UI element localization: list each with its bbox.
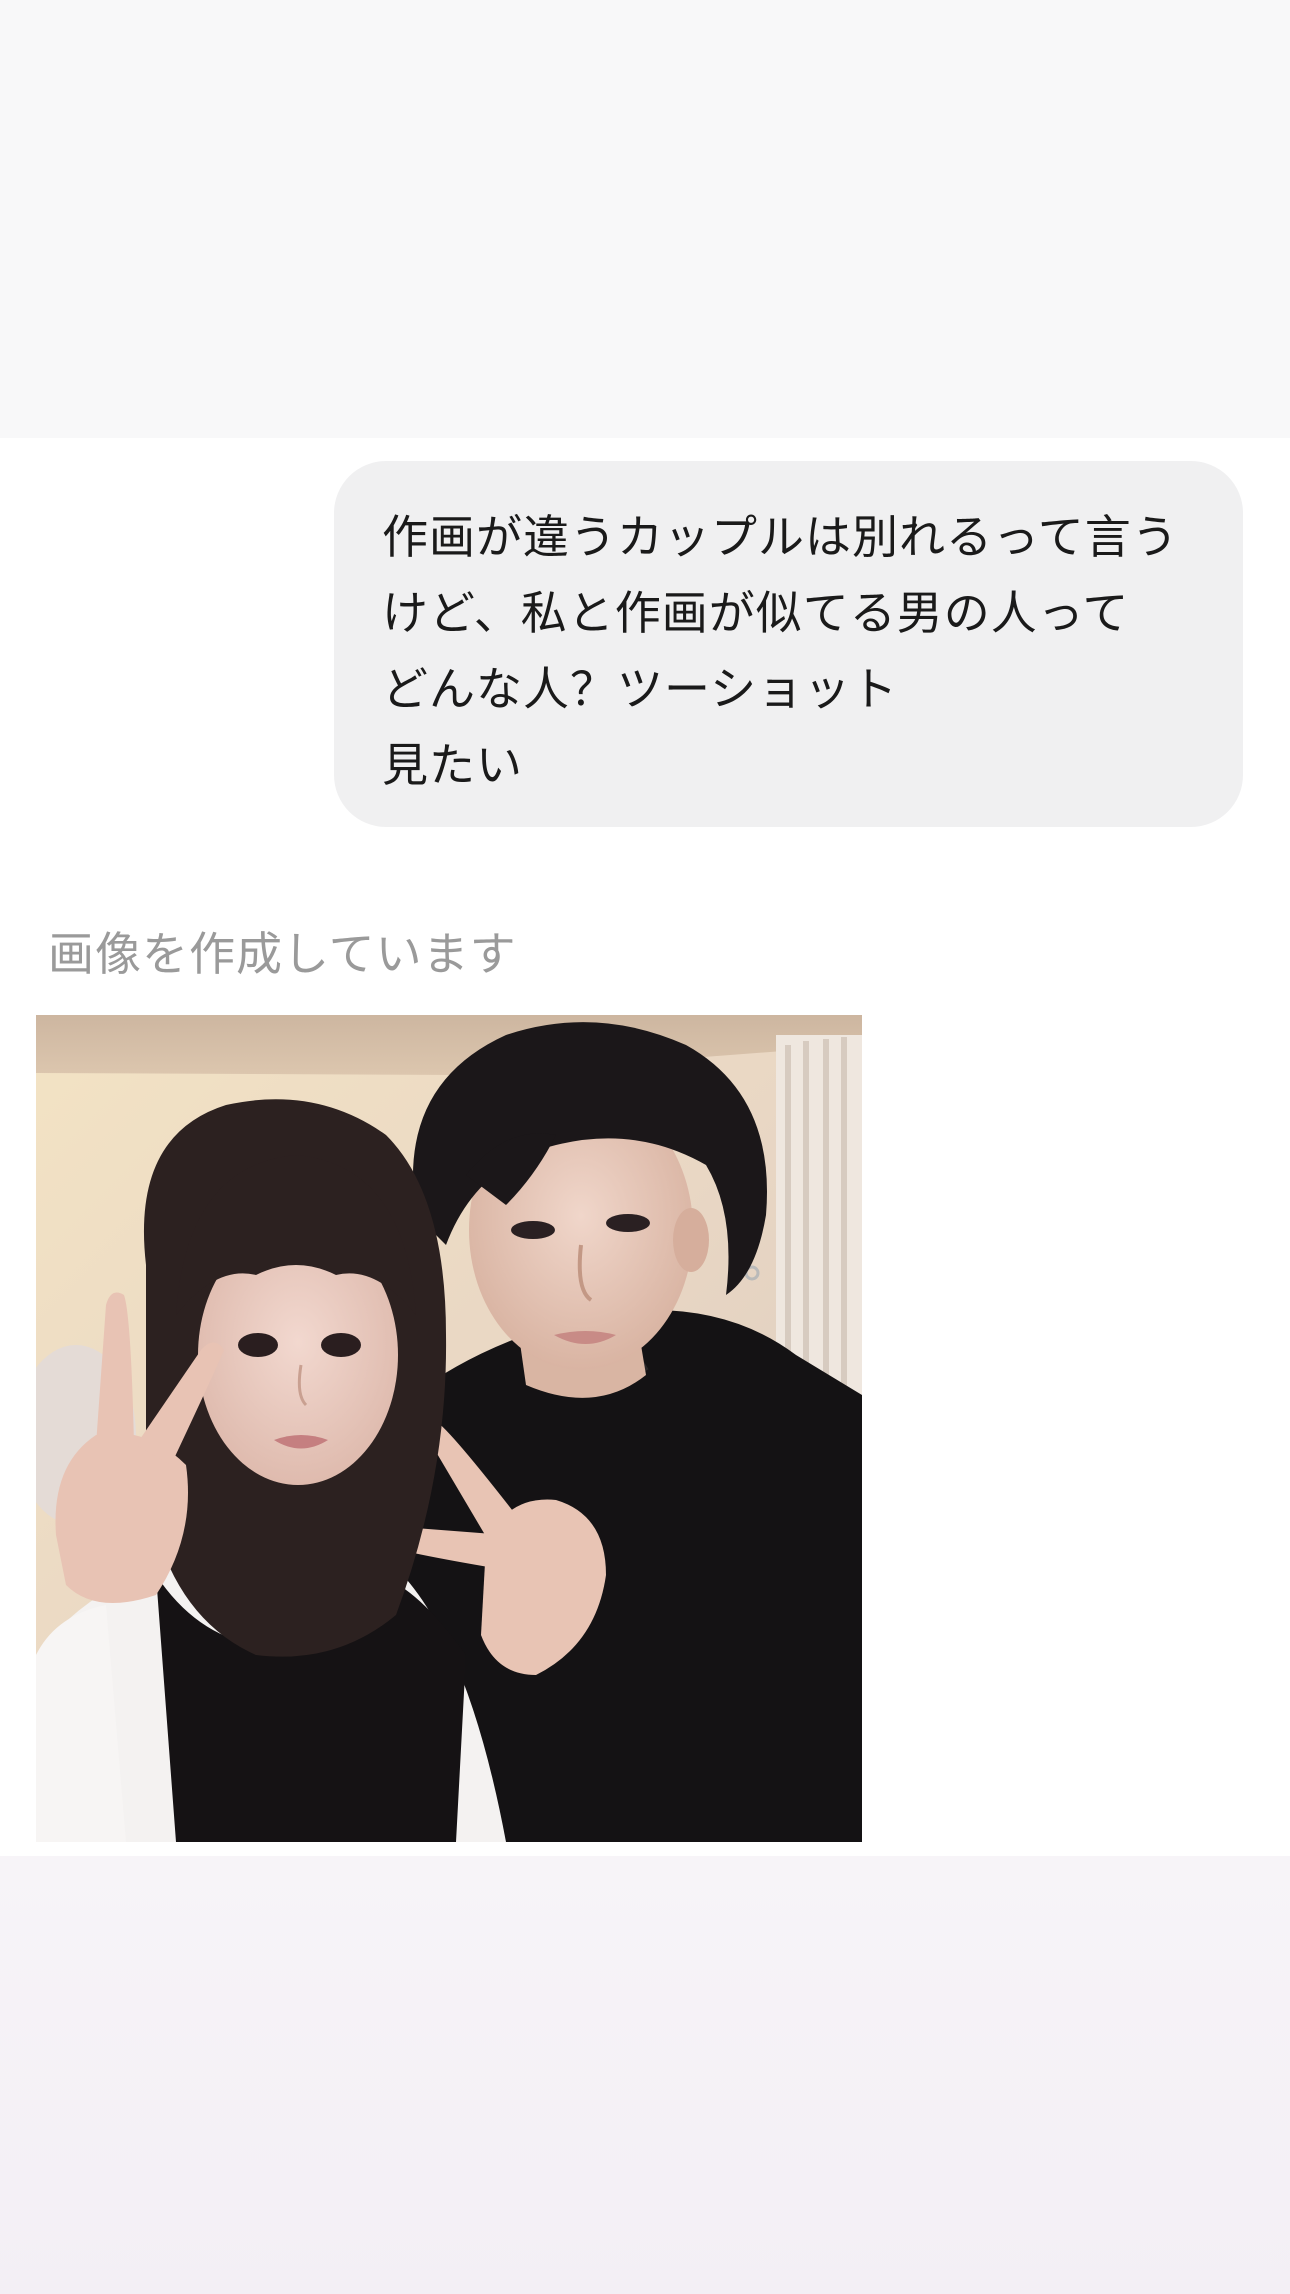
user-message-line: けど、私と作画が似てる男の人って xyxy=(382,586,1130,640)
user-message-line: 作画が違うカップルは別れるって言う xyxy=(382,510,1179,564)
generated-image[interactable] xyxy=(36,1015,862,1842)
top-blank-area xyxy=(0,0,1290,438)
user-message-line: どんな人？ツーショット xyxy=(382,662,899,716)
user-message-line: 見たい xyxy=(382,738,523,792)
bottom-blank-area xyxy=(0,1856,1290,2294)
generated-photo-illustration xyxy=(36,1015,862,1842)
user-message-bubble[interactable]: 作画が違うカップルは別れるって言う けど、私と作画が似てる男の人って どんな人？… xyxy=(334,461,1243,827)
image-generation-status: 画像を作成しています xyxy=(48,927,517,981)
